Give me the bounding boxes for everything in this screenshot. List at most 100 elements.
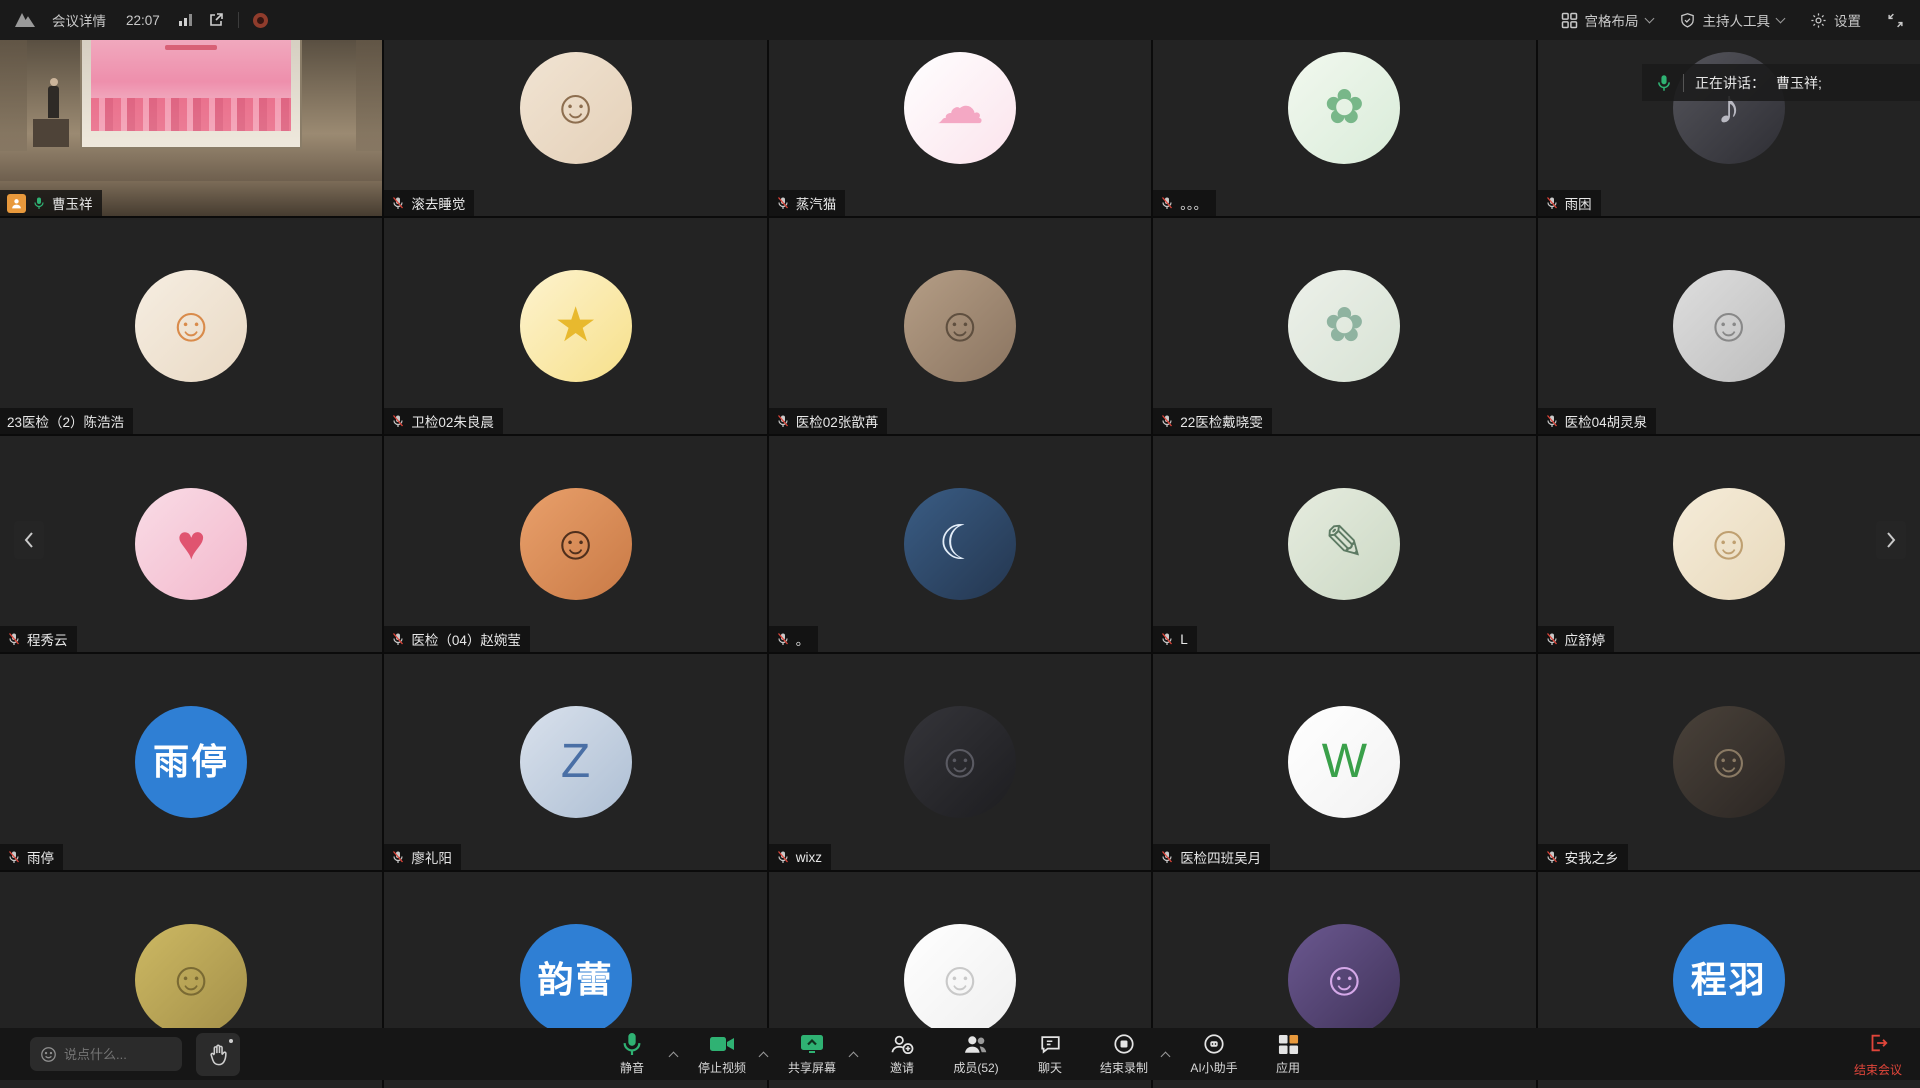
participant-name-label: L	[1153, 626, 1197, 652]
meeting-time: 22:07	[126, 13, 160, 28]
app-logo-icon	[14, 10, 38, 30]
network-signal-icon[interactable]	[178, 13, 194, 27]
participant-avatar: ★	[520, 270, 632, 382]
grid-layout-icon	[1561, 12, 1578, 29]
participant-name-label: wixz	[769, 844, 831, 870]
invite-icon	[890, 1032, 914, 1056]
participant-tile[interactable]: ☺ 医检（04）赵婉莹	[384, 436, 766, 652]
video-label: 停止视频	[698, 1059, 746, 1076]
ai-button[interactable]: AI小助手	[1182, 1032, 1246, 1076]
share-label: 共享屏幕	[788, 1059, 836, 1076]
raised-hand-icon	[207, 1043, 229, 1067]
participant-tile[interactable]: Z廖礼阳	[384, 654, 766, 870]
muted-mic-icon	[1160, 414, 1174, 428]
raise-hand-button[interactable]	[196, 1033, 240, 1076]
grid-layout-button[interactable]: 宫格布局	[1561, 10, 1653, 30]
participant-name-label: 医检（04）赵婉莹	[384, 626, 530, 652]
participant-tile[interactable]: ✿ 22医检戴晓雯	[1153, 218, 1535, 434]
participant-tile[interactable]: 雨停雨停	[0, 654, 382, 870]
muted-mic-icon	[7, 632, 21, 646]
fullscreen-icon[interactable]	[1887, 12, 1904, 29]
participant-name: 医检（04）赵婉莹	[411, 629, 521, 649]
participant-tile[interactable]: ♥程秀云	[0, 436, 382, 652]
shield-icon	[1679, 12, 1696, 29]
participant-name: 医检02张歆苒	[796, 411, 879, 431]
muted-mic-icon	[391, 414, 405, 428]
end-meeting-button[interactable]: 结束会议	[1854, 1032, 1902, 1078]
participant-tile[interactable]: W医检四班吴月	[1153, 654, 1535, 870]
participant-avatar: ☾	[904, 488, 1016, 600]
participant-tile[interactable]: ☾。	[769, 436, 1151, 652]
muted-mic-icon	[1545, 632, 1559, 646]
participant-avatar: ☺	[1673, 706, 1785, 818]
quick-chat-input[interactable]	[30, 1037, 182, 1071]
muted-mic-icon	[1160, 850, 1174, 864]
video-button[interactable]: 停止视频	[690, 1032, 754, 1076]
gear-icon	[1810, 12, 1827, 29]
share-button[interactable]: 共享屏幕	[780, 1032, 844, 1076]
host-tools-button[interactable]: 主持人工具	[1679, 10, 1785, 30]
chat-button[interactable]: 聊天	[1018, 1032, 1082, 1076]
participant-tile[interactable]: ☺wixz	[769, 654, 1151, 870]
speaking-label: 正在讲话：	[1695, 73, 1765, 93]
apps-button[interactable]: 应用	[1256, 1032, 1320, 1076]
banner-divider	[1683, 74, 1684, 92]
participant-avatar: 程羽	[1673, 924, 1785, 1036]
participant-name-label: 23医检（2）陈浩浩	[0, 408, 133, 434]
participant-name: 卫检02朱良晨	[411, 411, 494, 431]
members-button[interactable]: 成员(52)	[944, 1032, 1008, 1076]
ai-label: AI小助手	[1190, 1059, 1237, 1076]
participant-tile[interactable]: ☺23医检（2）陈浩浩	[0, 218, 382, 434]
participant-avatar: 雨停	[135, 706, 247, 818]
record-button[interactable]: 结束录制	[1092, 1032, 1156, 1076]
participant-tile[interactable]: ☺安我之乡	[1538, 654, 1920, 870]
participant-tile[interactable]: ✎L	[1153, 436, 1535, 652]
participant-name-label: 医检四班吴月	[1153, 844, 1270, 870]
muted-mic-icon	[1160, 632, 1174, 646]
participant-avatar: ☺	[520, 488, 632, 600]
video-more-caret[interactable]	[756, 1048, 770, 1060]
participant-avatar: ✿	[1288, 270, 1400, 382]
meeting-details-link[interactable]: 会议详情	[52, 10, 106, 30]
recording-indicator-icon	[253, 13, 268, 28]
ai-icon	[1202, 1032, 1226, 1056]
participant-tile[interactable]: ★ 卫检02朱良晨	[384, 218, 766, 434]
participant-name: 廖礼阳	[411, 847, 452, 867]
participant-avatar: ☺	[520, 52, 632, 164]
mute-more-caret[interactable]	[666, 1048, 680, 1060]
participant-name-label: 22医检戴晓雯	[1153, 408, 1272, 434]
previous-page-arrow[interactable]	[14, 521, 44, 559]
participant-name-label: 。	[769, 626, 819, 652]
mute-button[interactable]: 静音	[600, 1032, 664, 1076]
participant-name-label: 应舒婷	[1538, 626, 1615, 652]
speaking-name: 曹玉祥;	[1776, 73, 1822, 93]
participant-name: 滚去睡觉	[411, 193, 465, 213]
participant-name: 。	[796, 629, 810, 649]
participant-name: 雨困	[1565, 193, 1592, 213]
open-in-new-icon[interactable]	[208, 12, 224, 28]
record-more-caret[interactable]	[1158, 1048, 1172, 1060]
chat-label: 聊天	[1038, 1059, 1062, 1076]
bottom-toolbar: 静音停止视频 共享屏幕 邀请成员(52) 聊天 结束录制 AI小助手 应用 结束会议	[0, 1028, 1920, 1080]
apps-label: 应用	[1276, 1059, 1300, 1076]
host-badge-icon	[7, 194, 26, 213]
quick-chat-field[interactable]	[64, 1047, 164, 1062]
participant-tile[interactable]: ☺医检04胡灵泉	[1538, 218, 1920, 434]
participant-name-label: 医检04胡灵泉	[1538, 408, 1657, 434]
participant-tile[interactable]: ☺应舒婷	[1538, 436, 1920, 652]
settings-button[interactable]: 设置	[1810, 10, 1861, 30]
participant-name: 医检四班吴月	[1180, 847, 1261, 867]
active-mic-icon	[32, 196, 46, 210]
end-meeting-icon	[1867, 1032, 1889, 1059]
record-label: 结束录制	[1100, 1059, 1148, 1076]
participant-name-label: 蒸汽猫	[769, 190, 846, 216]
smiley-icon[interactable]	[40, 1046, 57, 1063]
participant-name: 程秀云	[27, 629, 68, 649]
muted-mic-icon	[776, 632, 790, 646]
share-more-caret[interactable]	[846, 1048, 860, 1060]
invite-button[interactable]: 邀请	[870, 1032, 934, 1076]
next-page-arrow[interactable]	[1876, 521, 1906, 559]
muted-mic-icon	[776, 850, 790, 864]
muted-mic-icon	[1545, 414, 1559, 428]
participant-tile[interactable]: ☺医检02张歆苒	[769, 218, 1151, 434]
